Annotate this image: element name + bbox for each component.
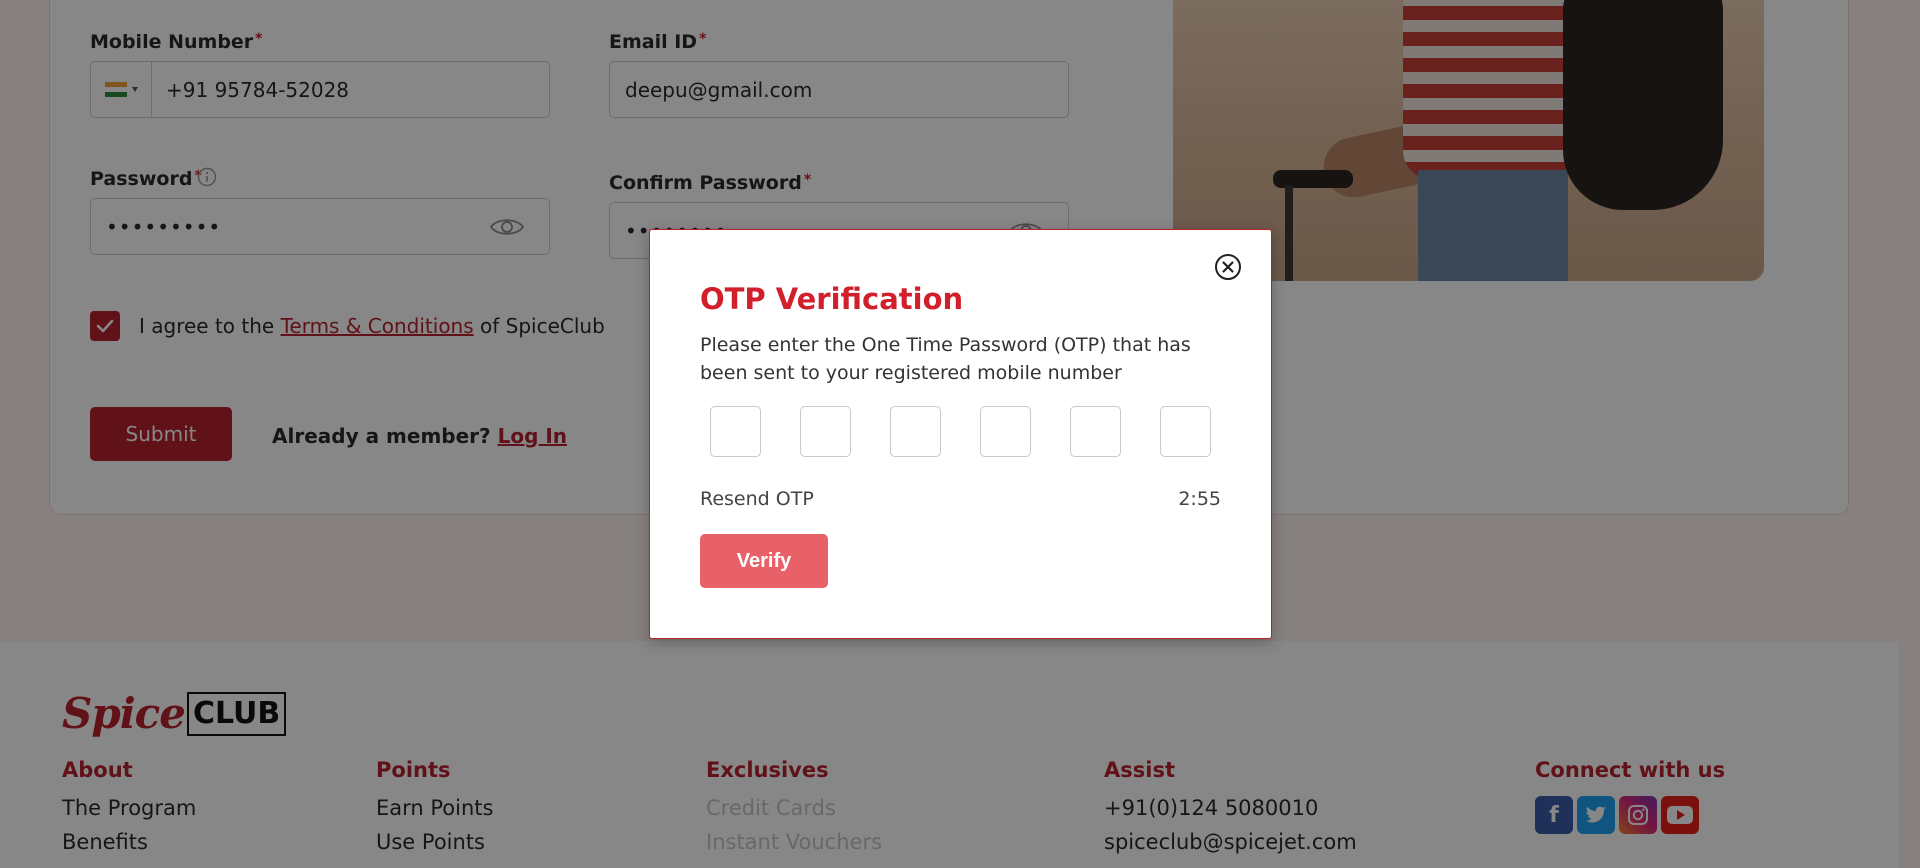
close-icon[interactable] xyxy=(1213,252,1243,282)
modal-description: Please enter the One Time Password (OTP)… xyxy=(700,334,1191,384)
resend-otp-link[interactable]: Resend OTP xyxy=(700,488,814,510)
otp-digit-2[interactable] xyxy=(800,406,851,457)
otp-digit-1[interactable] xyxy=(710,406,761,457)
verify-button[interactable]: Verify xyxy=(700,534,828,588)
otp-input-group xyxy=(710,406,1211,457)
otp-digit-4[interactable] xyxy=(980,406,1031,457)
otp-verification-modal: OTP Verification Please enter the One Ti… xyxy=(649,229,1272,639)
otp-digit-3[interactable] xyxy=(890,406,941,457)
otp-countdown-timer: 2:55 xyxy=(1178,488,1221,510)
otp-digit-6[interactable] xyxy=(1160,406,1211,457)
modal-title: OTP Verification xyxy=(700,282,964,316)
otp-digit-5[interactable] xyxy=(1070,406,1121,457)
